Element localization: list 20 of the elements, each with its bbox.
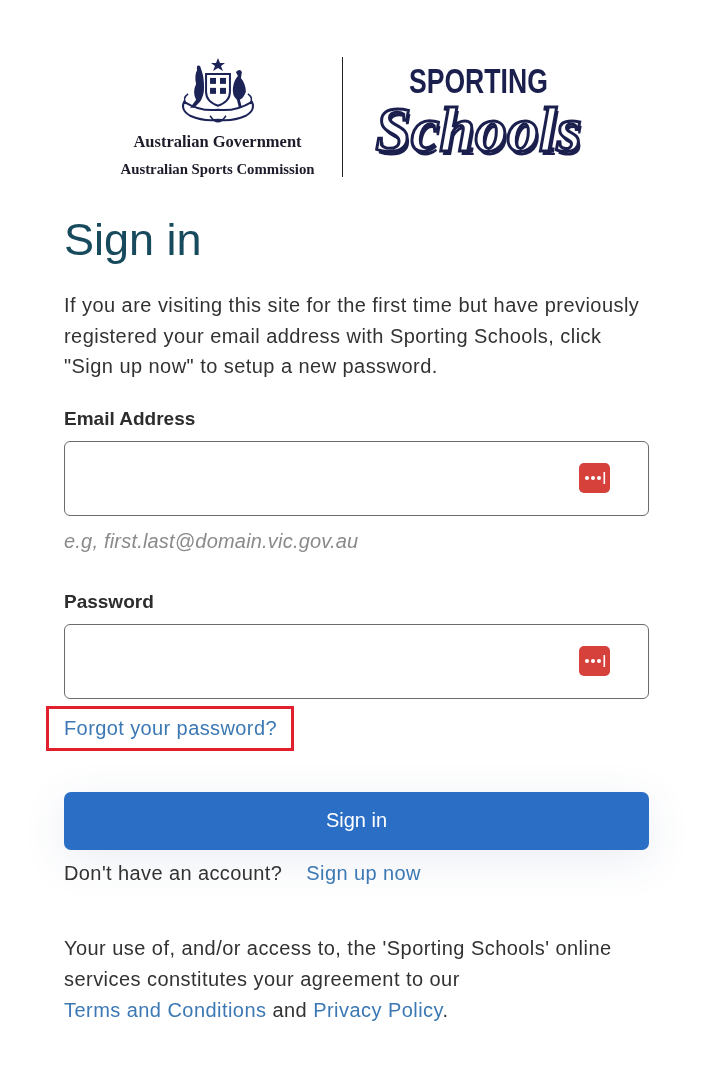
forgot-password-link[interactable]: Forgot your password? [46,705,294,751]
logo-wordmark: SPORTING [409,63,548,99]
policy-link[interactable]: Privacy Policy [313,998,443,1021]
field-label: Email Address [64,406,196,431]
dots-icon[interactable] [579,463,610,493]
organisation-name: Australian Government [133,133,302,151]
dots-icon[interactable] [579,646,610,676]
sign-up-link[interactable]: Sign up now [306,860,421,885]
policy-link[interactable]: Terms and Conditions [64,998,267,1021]
field-label: Password [64,589,154,614]
organisation-name: Australian Sports Commission [120,162,315,177]
input-field[interactable] [64,440,649,516]
page-title: Sign in [64,213,202,267]
sign-in-button[interactable]: Sign in [64,791,649,850]
field-hint: e.g, first.last@domain.vic.gov.au [64,528,359,553]
intro-text: If you are visiting this site for the first time but have previously registered your email address with Sporting Schools, click "Sign up now" to setup a new password. [64,293,641,379]
input-field[interactable] [64,623,649,699]
logo-script-wordmark: Schools [375,97,582,163]
signup-prompt: Don't have an account? [64,860,283,885]
terms-notice: Your use of, and/or access to, the 'Sporting Schools' online services constitutes your agreement to our Terms and Conditions and Privacy Policy. [64,935,613,1023]
